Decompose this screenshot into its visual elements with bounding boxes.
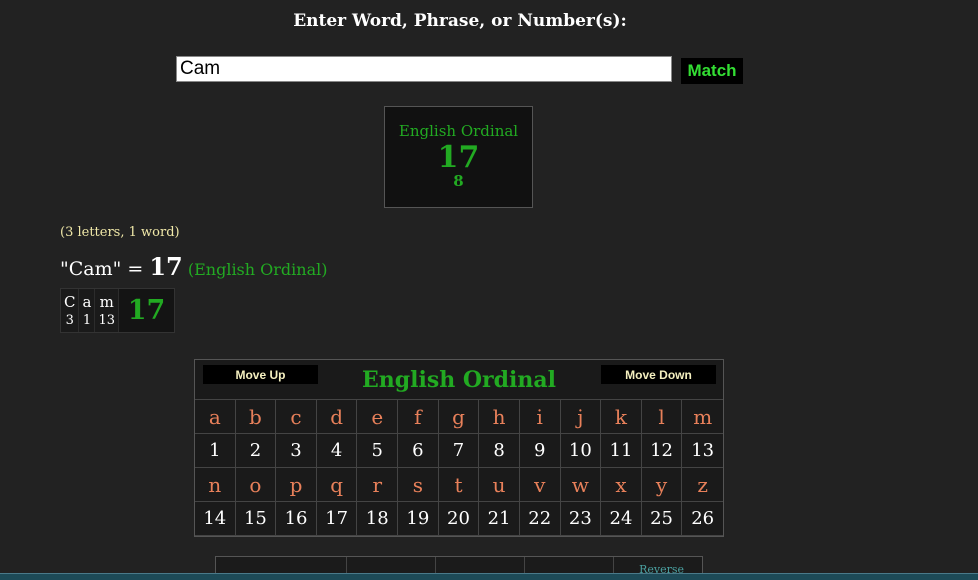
cipher-letter-cell: c — [276, 400, 317, 434]
cipher-value-cell: 4 — [316, 434, 358, 468]
result-cipher-name: English Ordinal — [398, 122, 519, 140]
cipher-value-cell: 20 — [438, 502, 480, 536]
cipher-letter-cell: z — [682, 468, 723, 502]
result-reduction: 8 — [453, 172, 464, 190]
cipher-letter-cell: x — [601, 468, 642, 502]
cipher-letter-cell: o — [235, 468, 277, 502]
cipher-value-cell: 19 — [398, 502, 439, 536]
equation-cipher: (English Ordinal) — [182, 260, 328, 279]
breakdown-cell: C 3 — [61, 289, 80, 332]
breakdown-letter: a — [82, 293, 92, 311]
cipher-letter-cell: s — [398, 468, 439, 502]
cipher-letter-cell: k — [601, 400, 642, 434]
equation-value: 17 — [149, 252, 183, 281]
cipher-value-cell: 12 — [641, 434, 683, 468]
cipher-value-cell: 2 — [235, 434, 277, 468]
cipher-letter-cell: n — [195, 468, 236, 502]
cipher-table-header: Move Up English Ordinal Move Down — [195, 360, 723, 400]
cipher-table: Move Up English Ordinal Move Down abcdef… — [194, 359, 724, 537]
cipher-letter-cell: q — [316, 468, 358, 502]
cipher-value-cell: 25 — [641, 502, 683, 536]
letter-breakdown: C 3 a 1 m 13 17 — [60, 288, 175, 333]
cipher-letter-cell: m — [682, 400, 723, 434]
cipher-value-cell: 15 — [235, 502, 277, 536]
search-input[interactable] — [176, 56, 672, 82]
cipher-value-cell: 3 — [276, 434, 317, 468]
letter-word-count: (3 letters, 1 word) — [60, 225, 180, 240]
breakdown-letter: C — [64, 293, 76, 311]
cipher-value-cell: 21 — [479, 502, 520, 536]
result-value: 17 — [437, 140, 480, 175]
equation-line: "Cam" = 17 (English Ordinal) — [60, 252, 327, 281]
result-box: English Ordinal 17 8 — [384, 106, 533, 208]
match-button[interactable]: Match — [681, 58, 743, 84]
cipher-letter-cell: t — [438, 468, 480, 502]
breakdown-value: 13 — [98, 313, 115, 328]
cipher-letter-cell: e — [357, 400, 399, 434]
cipher-value-cell: 26 — [682, 502, 723, 536]
cipher-letter-cell: v — [519, 468, 561, 502]
cipher-value-cell: 10 — [560, 434, 602, 468]
cipher-value-cell: 16 — [276, 502, 317, 536]
cipher-letter-cell: b — [235, 400, 277, 434]
breakdown-letter: m — [99, 293, 114, 311]
breakdown-value: 3 — [65, 313, 74, 328]
cipher-value-cell: 17 — [316, 502, 358, 536]
cipher-value-cell: 8 — [479, 434, 520, 468]
cipher-value-cell: 11 — [601, 434, 642, 468]
cipher-value-cell: 13 — [682, 434, 723, 468]
cipher-letter-cell: a — [195, 400, 236, 434]
breakdown-cell: a 1 — [79, 289, 96, 332]
breakdown-total: 17 — [118, 289, 174, 332]
cipher-value-cell: 14 — [195, 502, 236, 536]
cipher-value-cell: 7 — [438, 434, 480, 468]
cipher-value-cell: 23 — [560, 502, 602, 536]
cipher-letter-cell: r — [357, 468, 399, 502]
cipher-letter-cell: f — [398, 400, 439, 434]
cipher-letter-cell: u — [479, 468, 520, 502]
cipher-value-cell: 6 — [398, 434, 439, 468]
cipher-letter-cell: d — [316, 400, 358, 434]
cipher-letter-cell: y — [641, 468, 683, 502]
breakdown-value: 1 — [82, 313, 92, 328]
cipher-letter-cell: i — [519, 400, 561, 434]
cipher-value-cell: 5 — [357, 434, 399, 468]
equation-phrase: "Cam" = — [60, 258, 150, 280]
cipher-value-cell: 18 — [357, 502, 399, 536]
cipher-value-cell: 22 — [519, 502, 561, 536]
cipher-value-cell: 9 — [519, 434, 561, 468]
move-down-button[interactable]: Move Down — [601, 365, 716, 384]
cipher-letter-cell: w — [560, 468, 602, 502]
cipher-letter-cell: p — [276, 468, 317, 502]
cipher-letter-cell: l — [641, 400, 683, 434]
cipher-letter-cell: h — [479, 400, 520, 434]
breakdown-cell: m 13 — [95, 289, 119, 332]
cipher-letter-cell: j — [560, 400, 602, 434]
cipher-value-cell: 1 — [195, 434, 236, 468]
cipher-grid: a b c d e f g h i j k l m 1 2 3 4 5 6 7 8 9 10 11 12 13 n o p q r s t u v w… — [195, 400, 723, 536]
page-prompt: Enter Word, Phrase, or Number(s): — [293, 11, 627, 31]
cipher-letter-cell: g — [438, 400, 480, 434]
cipher-value-cell: 24 — [601, 502, 642, 536]
